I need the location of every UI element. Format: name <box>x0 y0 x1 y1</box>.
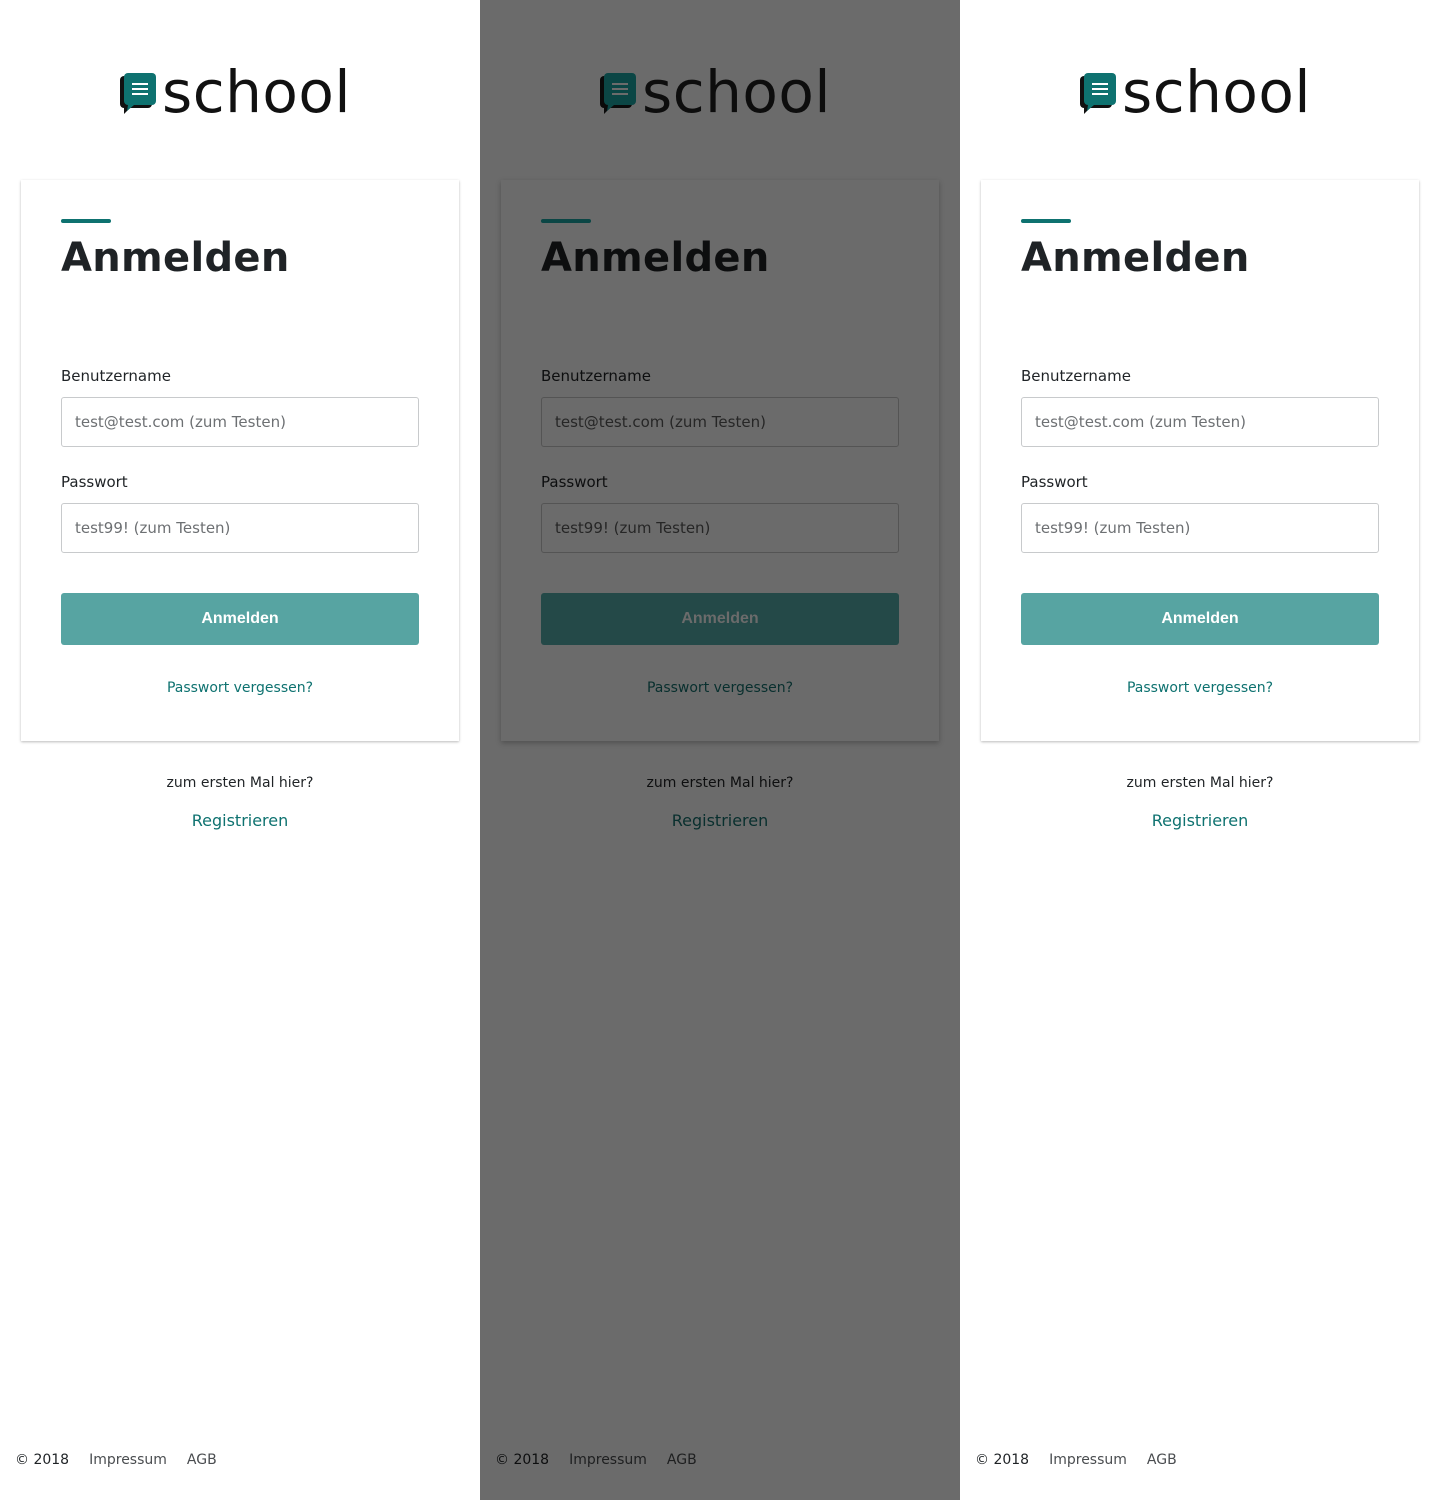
password-placeholder: test99! (zum Testen) <box>1035 519 1191 537</box>
username-placeholder: test@test.com (zum Testen) <box>1035 413 1246 431</box>
password-input[interactable]: test99! (zum Testen) <box>541 503 899 553</box>
username-input[interactable]: test@test.com (zum Testen) <box>61 397 419 447</box>
page-title: Anmelden <box>61 235 290 281</box>
footer: © 2018 Impressum AGB <box>975 1452 1177 1468</box>
first-time-text: zum ersten Mal hier? <box>1126 775 1274 791</box>
impressum-link[interactable]: Impressum <box>1049 1452 1127 1468</box>
register-link[interactable]: Registrieren <box>960 811 1440 830</box>
first-time-text: zum ersten Mal hier? <box>646 775 794 791</box>
agb-link[interactable]: AGB <box>1147 1452 1177 1468</box>
login-button[interactable]: Anmelden <box>541 593 899 645</box>
register-link[interactable]: Registrieren <box>480 811 960 830</box>
title-accent-bar <box>541 219 591 223</box>
forgot-password-link[interactable]: Passwort vergessen? <box>981 680 1419 696</box>
copyright: © 2018 <box>975 1452 1030 1468</box>
first-time-text: zum ersten Mal hier? <box>166 775 314 791</box>
password-input[interactable]: test99! (zum Testen) <box>1021 503 1379 553</box>
title-accent-bar <box>1021 219 1071 223</box>
username-label: Benutzername <box>541 367 651 385</box>
forgot-password-link[interactable]: Passwort vergessen? <box>21 680 459 696</box>
copyright: © 2018 <box>15 1452 70 1468</box>
password-placeholder: test99! (zum Testen) <box>555 519 711 537</box>
logo[interactable]: school <box>598 62 831 122</box>
chat-document-icon <box>1080 73 1116 114</box>
logo-text: school <box>1122 58 1311 126</box>
username-label: Benutzername <box>1021 367 1131 385</box>
footer: © 2018 Impressum AGB <box>495 1452 697 1468</box>
login-card: Anmelden Benutzername test@test.com (zum… <box>501 180 939 741</box>
password-label: Passwort <box>541 473 608 491</box>
impressum-link[interactable]: Impressum <box>89 1452 167 1468</box>
password-label: Passwort <box>61 473 128 491</box>
login-card: Anmelden Benutzername test@test.com (zum… <box>21 180 459 741</box>
forgot-password-link[interactable]: Passwort vergessen? <box>501 680 939 696</box>
login-card: Anmelden Benutzername test@test.com (zum… <box>981 180 1419 741</box>
chat-document-icon <box>600 73 636 114</box>
username-input[interactable]: test@test.com (zum Testen) <box>541 397 899 447</box>
title-accent-bar <box>61 219 111 223</box>
logo[interactable]: school <box>1078 62 1311 122</box>
username-placeholder: test@test.com (zum Testen) <box>75 413 286 431</box>
page-title: Anmelden <box>541 235 770 281</box>
password-placeholder: test99! (zum Testen) <box>75 519 231 537</box>
impressum-link[interactable]: Impressum <box>569 1452 647 1468</box>
password-input[interactable]: test99! (zum Testen) <box>61 503 419 553</box>
logo-text: school <box>642 58 831 126</box>
panels-container: school Anmelden Benutzername test@test.c… <box>0 0 1440 1500</box>
login-screen-dimmed: school Anmelden Benutzername test@test.c… <box>480 0 960 1500</box>
agb-link[interactable]: AGB <box>667 1452 697 1468</box>
logo-text: school <box>162 58 351 126</box>
password-label: Passwort <box>1021 473 1088 491</box>
logo[interactable]: school <box>118 62 351 122</box>
login-screen-default: school Anmelden Benutzername test@test.c… <box>0 0 480 1500</box>
username-label: Benutzername <box>61 367 171 385</box>
login-button[interactable]: Anmelden <box>61 593 419 645</box>
login-button[interactable]: Anmelden <box>1021 593 1379 645</box>
username-input[interactable]: test@test.com (zum Testen) <box>1021 397 1379 447</box>
footer: © 2018 Impressum AGB <box>15 1452 217 1468</box>
username-placeholder: test@test.com (zum Testen) <box>555 413 766 431</box>
copyright: © 2018 <box>495 1452 550 1468</box>
register-link[interactable]: Registrieren <box>0 811 480 830</box>
page-title: Anmelden <box>1021 235 1250 281</box>
agb-link[interactable]: AGB <box>187 1452 217 1468</box>
chat-document-icon <box>120 73 156 114</box>
login-screen-default: school Anmelden Benutzername test@test.c… <box>960 0 1440 1500</box>
